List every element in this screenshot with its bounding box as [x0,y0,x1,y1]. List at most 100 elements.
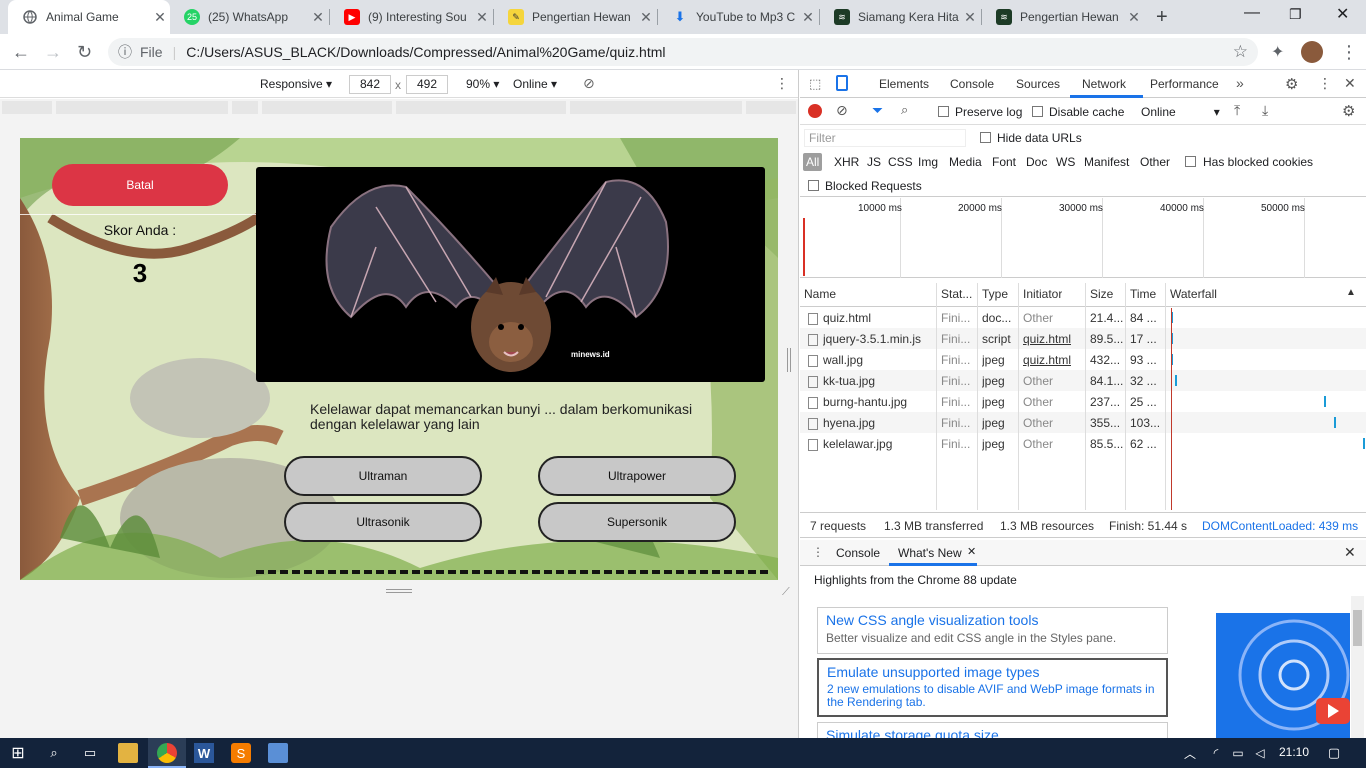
cell-initiator[interactable]: quiz.html [1023,353,1071,367]
back-arrow-icon[interactable]: ← [12,42,30,63]
width-input[interactable]: 842 [349,75,391,94]
zoom-select[interactable]: 90% ▾ [466,77,499,91]
answer-button-ultraman[interactable]: Ultraman [284,456,482,496]
menu-kebab-icon[interactable]: ⋮ [1340,42,1358,63]
col-waterfall[interactable]: Waterfall [1170,287,1217,301]
cell-initiator[interactable]: quiz.html [1023,332,1071,346]
tab-elements[interactable]: Elements [879,77,929,91]
tab-pengertian-hewan-2[interactable]: ≋ Pengertian Hewan ✕ [982,0,1144,34]
filter-type-xhr[interactable]: XHR [834,155,859,169]
whats-new-card[interactable]: New CSS angle visualization tools Better… [817,607,1168,654]
filter-funnel-icon[interactable]: ⏷ [872,102,883,119]
close-tab-icon[interactable]: ✕ [960,9,980,26]
filter-type-ws[interactable]: WS [1056,155,1075,169]
device-mode-select[interactable]: Responsive ▾ [260,77,332,91]
table-row[interactable]: hyena.jpg Fini... jpeg Other 355... 103... [800,412,1366,433]
windows-start-icon[interactable]: ⊞ [8,743,28,763]
rotate-icon[interactable]: ⊘ [583,75,595,92]
close-devtools-icon[interactable]: ✕ [1344,75,1356,92]
answer-button-ultrapower[interactable]: Ultrapower [538,456,736,496]
drawer-menu-icon[interactable]: ⋮ [812,545,824,559]
drawer-tab-whats-new[interactable]: What's New [898,546,962,560]
tray-chevron-icon[interactable]: ︿ [1180,743,1200,763]
tab-siamang[interactable]: ≋ Siamang Kera Hita ✕ [820,0,980,34]
close-tab-icon[interactable]: ✕ [798,9,818,26]
tab-youtube-mp3[interactable]: ⬇ YouTube to Mp3 C ✕ [658,0,818,34]
col-time[interactable]: Time [1130,287,1156,301]
reload-icon[interactable]: ↻ [77,42,92,63]
network-throttle-select[interactable]: Online ▾ [1141,105,1220,119]
table-row[interactable]: wall.jpg Fini... jpeg quiz.html 432... 93 ... [800,349,1366,370]
col-type[interactable]: Type [982,287,1008,301]
devtools-menu-icon[interactable]: ⋮ [1318,75,1332,92]
sort-up-icon[interactable]: ▲ [1346,287,1356,298]
drawer-scrollbar[interactable] [1351,596,1364,738]
clear-icon[interactable]: ⊘ [836,102,848,119]
close-tab-icon[interactable]: ✕ [472,9,492,26]
task-view-icon[interactable]: ▭ [80,743,100,763]
filter-type-manifest[interactable]: Manifest [1084,155,1129,169]
record-icon[interactable] [808,104,822,118]
filter-type-media[interactable]: Media [949,155,982,169]
window-close-button[interactable]: ✕ [1336,4,1349,24]
minimize-button[interactable]: — [1244,4,1260,22]
chrome-icon[interactable] [157,743,177,763]
cancel-button[interactable]: Batal [52,164,228,206]
cell-name[interactable]: quiz.html [823,311,871,325]
tab-console[interactable]: Console [950,77,994,91]
tab-pengertian-hewan-1[interactable]: ✎ Pengertian Hewan ✕ [494,0,656,34]
whats-new-card[interactable]: Simulate storage quota size [817,722,1168,738]
avatar[interactable] [1301,41,1323,63]
disable-cache-checkbox[interactable] [1032,106,1043,117]
throttle-select[interactable]: Online ▾ [513,77,557,91]
tab-network[interactable]: Network [1082,77,1126,91]
col-name[interactable]: Name [804,287,836,301]
hide-data-urls-checkbox[interactable] [980,132,991,143]
cell-name[interactable]: kelelawar.jpg [823,437,892,451]
tab-animal-game[interactable]: Animal Game ✕ [8,0,170,34]
blocked-requests-checkbox[interactable] [808,180,819,191]
url-text[interactable]: C:/Users/ASUS_BLACK/Downloads/Compressed… [186,44,665,60]
omnibox[interactable]: ⓘ File | C:/Users/ASUS_BLACK/Downloads/C… [108,38,1258,66]
maximize-button[interactable]: ❐ [1289,6,1302,23]
table-row[interactable]: burng-hantu.jpg Fini... jpeg Other 237... 25 … [800,391,1366,412]
resize-handle-bottom[interactable] [386,589,412,593]
table-row[interactable]: quiz.html Fini... doc... Other 21.4... 84 ... [800,307,1366,328]
tab-whatsapp[interactable]: 25 (25) WhatsApp ✕ [170,0,328,34]
close-drawer-icon[interactable]: ✕ [1344,544,1356,561]
close-whats-new-icon[interactable]: ✕ [967,545,976,558]
cell-name[interactable]: hyena.jpg [823,416,875,430]
filter-type-doc[interactable]: Doc [1026,155,1047,169]
filter-type-js[interactable]: JS [867,155,881,169]
battery-icon[interactable]: ▭ [1228,743,1248,763]
volume-icon[interactable]: ◁ [1250,743,1270,763]
filter-type-all[interactable]: All [803,153,823,171]
resize-corner-icon[interactable]: ⟋ [782,586,790,599]
drawer-tab-console[interactable]: Console [836,546,880,560]
filter-input[interactable]: Filter [804,129,966,147]
table-row[interactable]: kk-tua.jpg Fini... jpeg Other 84.1... 32 ... [800,370,1366,391]
star-icon[interactable]: ☆ [1233,42,1248,62]
word-icon[interactable]: W [194,743,214,763]
wifi-icon[interactable]: ◜ [1206,743,1226,763]
clock[interactable]: 21:10 [1279,745,1309,759]
close-tab-icon[interactable]: ✕ [308,9,328,26]
tab-sources[interactable]: Sources [1016,77,1060,91]
notification-icon[interactable]: ▢ [1324,743,1344,763]
network-settings-icon[interactable]: ⚙ [1342,102,1355,120]
height-input[interactable]: 492 [406,75,448,94]
answer-button-ultrasonik[interactable]: Ultrasonik [284,502,482,542]
close-tab-icon[interactable]: ✕ [636,9,656,26]
col-initiator[interactable]: Initiator [1023,287,1062,301]
extensions-icon[interactable]: ✦ [1271,42,1284,62]
cell-name[interactable]: jquery-3.5.1.min.js [823,332,921,346]
close-tab-icon[interactable]: ✕ [150,9,170,26]
inspect-icon[interactable]: ⬚ [809,76,821,92]
whats-new-card[interactable]: Emulate unsupported image types 2 new em… [817,658,1168,717]
cell-name[interactable]: burng-hantu.jpg [823,395,907,409]
more-options-icon[interactable]: ⋮ [775,75,789,92]
export-har-icon[interactable]: ⤓ [1262,102,1268,119]
filter-type-img[interactable]: Img [918,155,938,169]
notepad-icon[interactable] [268,743,288,763]
filter-type-other[interactable]: Other [1140,155,1170,169]
